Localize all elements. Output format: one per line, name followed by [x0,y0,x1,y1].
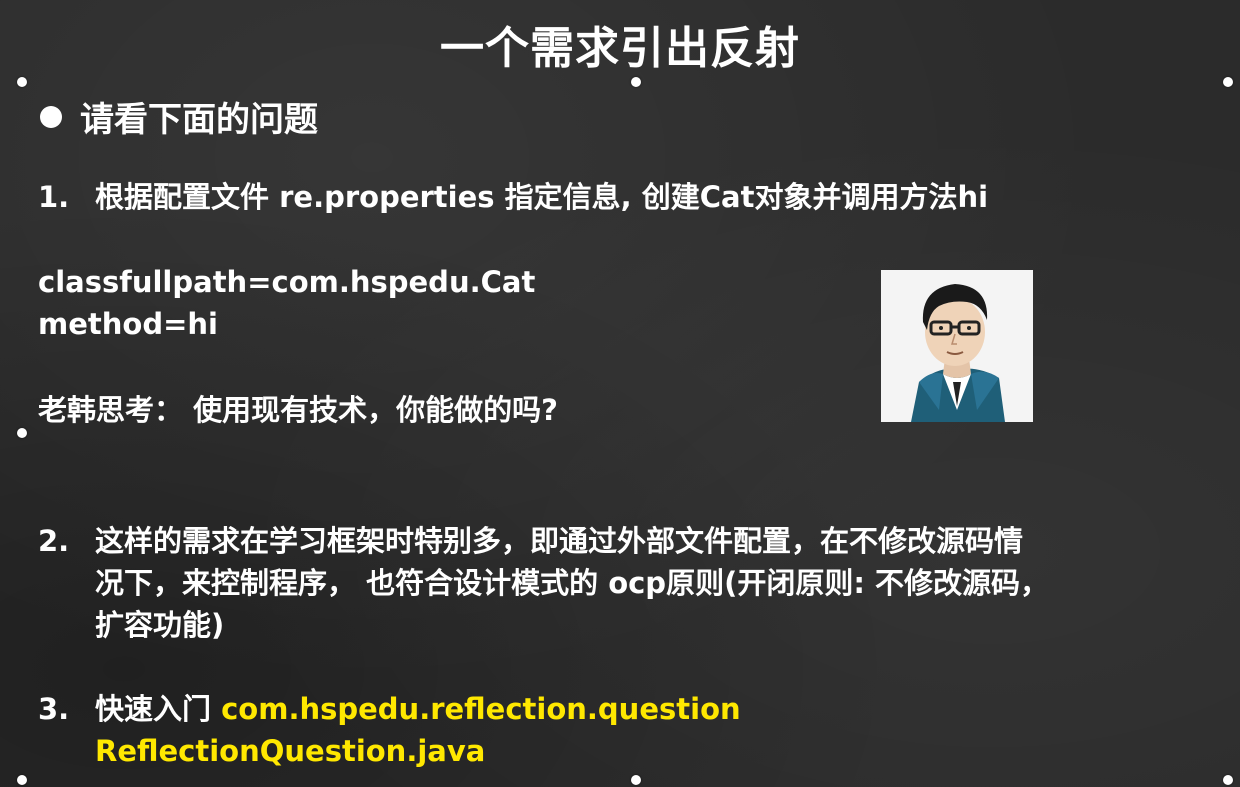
slide: 一个需求引出反射 请看下面的问题 1. 根据配置文件 re.properties… [0,0,1240,787]
item-3-label: 快速入门 [95,692,222,726]
package-path: com.hspedu.reflection.question [221,692,741,726]
item-3-number: 3. [38,692,70,726]
selection-handle-bottom-right[interactable] [1223,775,1233,785]
selection-handle-top-right[interactable] [1223,77,1233,87]
section-heading-text: 请看下面的问题 [80,100,318,140]
teacher-avatar-icon [881,270,1033,422]
item-2-number: 2. [38,524,70,558]
item-2-text: 这样的需求在学习框架时特别多，即通过外部文件配置，在不修改源码情 况下，来控制程… [95,520,1049,646]
config-line-method: method=hi [38,307,218,341]
selection-handle-top-left[interactable] [17,77,27,87]
list-item-3: 3. 快速入门 com.hspedu.reflection.question R… [38,688,741,772]
item-1-text: 根据配置文件 re.properties 指定信息, 创建Cat对象并调用方法h… [95,180,989,214]
selection-handle-top-middle[interactable] [631,77,641,87]
section-heading: 请看下面的问题 [40,92,318,141]
item-1-number: 1. [38,180,70,214]
selection-handle-middle-left[interactable] [17,428,27,438]
item-2-line-2: 况下，来控制程序， 也符合设计模式的 ocp原则(开闭原则: 不修改源码， [95,566,1050,600]
item-3-text: 快速入门 com.hspedu.reflection.question Refl… [95,688,741,772]
selection-handle-bottom-middle[interactable] [631,775,641,785]
thinking-prompt: 老韩思考： 使用现有技术，你能做的吗? [38,393,558,427]
item-2-line-1: 这样的需求在学习框架时特别多，即通过外部文件配置，在不修改源码情 [95,524,1024,558]
slide-title: 一个需求引出反射 [440,23,800,74]
item-2-line-3: 扩容功能) [95,608,225,642]
list-item-2: 2. 这样的需求在学习框架时特别多，即通过外部文件配置，在不修改源码情 况下，来… [38,520,1049,646]
list-item-1: 1. 根据配置文件 re.properties 指定信息, 创建Cat对象并调用… [38,176,988,218]
selection-handle-bottom-left[interactable] [17,775,27,785]
bullet-icon [40,105,62,128]
java-file-name: ReflectionQuestion.java [95,734,486,768]
teacher-avatar-image [881,270,1033,422]
config-line-classfullpath: classfullpath=com.hspedu.Cat [38,265,536,299]
